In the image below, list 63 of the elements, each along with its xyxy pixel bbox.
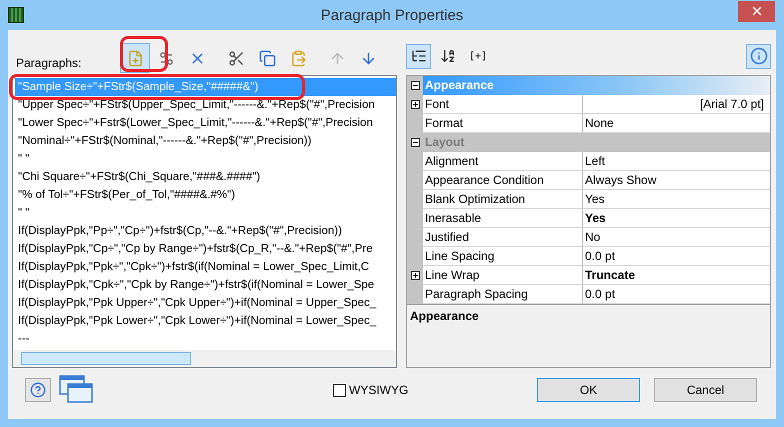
paste-icon [290, 50, 306, 66]
paragraph-item[interactable]: "Lower Spec÷"+Fstr$(Lower_Spec_Limit,"------&."+Rep$("#",Precision [15, 114, 396, 132]
categorized-view-button[interactable] [406, 44, 431, 68]
property-name[interactable]: Alignment [423, 152, 583, 171]
help-icon [30, 382, 46, 398]
paragraph-item[interactable]: If(DisplayPpk,"Cpk÷","Cpk by Range÷")+fstr$(if(Nominal = Lower_Spe [15, 276, 396, 294]
wysiwyg-checkbox[interactable]: WYSIWYG [333, 383, 408, 397]
paragraph-item[interactable]: " " [15, 204, 396, 222]
property-name[interactable]: Blank Optimization [423, 190, 583, 209]
paragraph-item[interactable]: "Upper Spec÷"+FStr$(Upper_Spec_Limit,"------&."+Rep$("#",Precision [15, 96, 396, 114]
paragraph-item[interactable]: If(DisplayPpk,"Ppk Lower÷","Cpk Lower÷")+if(Nominal = Lower_Spec_ [15, 312, 396, 330]
property-name[interactable]: Font [423, 95, 583, 114]
cancel-button[interactable]: Cancel [654, 378, 757, 402]
window-title: Paragraph Properties [320, 6, 464, 24]
property-value[interactable]: 0.0 pt [583, 285, 770, 304]
property-value[interactable]: Left [583, 152, 770, 171]
new-paragraph-icon [126, 50, 144, 66]
property-value[interactable]: Truncate [583, 266, 770, 285]
collapse-icon[interactable] [410, 81, 420, 90]
property-value[interactable]: None [583, 114, 770, 133]
copy-icon [258, 50, 276, 66]
categorized-view-icon [410, 48, 426, 64]
info-button[interactable] [746, 44, 771, 68]
property-name[interactable]: Format [423, 114, 583, 133]
paragraph-item[interactable]: "Chi Square÷"+FStr$(Chi_Square,"###&.####") [15, 168, 396, 186]
paragraph-item[interactable]: --- [15, 330, 396, 348]
property-value[interactable]: 0.0 pt [583, 247, 770, 266]
property-name[interactable]: Paragraph Spacing [423, 285, 583, 304]
paragraphs-label: Paragraphs: [15, 56, 82, 72]
sort-az-icon [440, 48, 456, 64]
property-name[interactable]: Inerasable [423, 209, 583, 228]
paragraph-item[interactable]: "Nominal÷"+FStr$(Nominal,"------&."+Rep$("#",Precision)) [15, 132, 396, 150]
property-name[interactable]: Line Wrap [423, 266, 583, 285]
property-value[interactable]: Yes [583, 209, 770, 228]
cut-icon [228, 50, 244, 66]
scrollbar-thumb[interactable] [21, 352, 191, 365]
close-button[interactable] [738, 0, 775, 22]
expand-icon[interactable] [410, 271, 420, 280]
horizontal-scrollbar[interactable] [13, 350, 396, 367]
paragraph-item[interactable]: If(DisplayPpk,"Pp÷","Cp÷")+fstr$(Cp,"--&."+Rep$("#",Precision)) [15, 222, 396, 240]
property-value[interactable]: Yes [583, 190, 770, 209]
paragraph-item[interactable]: If(DisplayPpk,"Ppk÷","Cpk÷")+fstr$(if(Nominal = Lower_Spec_Limit,C [15, 258, 396, 276]
app-icon [8, 7, 24, 23]
paragraph-item[interactable]: " " [15, 150, 396, 168]
ok-button[interactable]: OK [537, 378, 640, 402]
property-value[interactable]: [Arial 7.0 pt] [583, 95, 770, 114]
collapse-icon[interactable] [410, 138, 420, 147]
paragraph-item[interactable]: If(DisplayPpk,"Cp÷","Cp by Range÷")+fstr$(Cp_R,"--&."+Rep$("#",Pre [15, 240, 396, 258]
help-button[interactable] [25, 378, 51, 402]
paragraph-item[interactable]: "% of Tol÷"+FStr$(Per_of_Tol,"####&.#%") [15, 186, 396, 204]
paragraph-item[interactable]: If(DisplayPpk,"Ppk Upper÷","Cpk Upper÷")+if(Nominal = Upper_Spec_ [15, 294, 396, 312]
property-name[interactable]: Appearance Condition [423, 171, 583, 190]
property-value[interactable]: No [583, 228, 770, 247]
info-icon [750, 47, 768, 65]
property-name[interactable]: Line Spacing [423, 247, 583, 266]
annotation-outline [120, 36, 168, 72]
windows-icon[interactable] [59, 375, 93, 405]
expand-icon[interactable] [410, 100, 420, 109]
property-value[interactable]: Always Show [583, 171, 770, 190]
settings-icon [158, 50, 174, 66]
description-title: Appearance [410, 309, 479, 323]
property-name[interactable]: Justified [423, 228, 583, 247]
expand-all-button[interactable]: [+] [464, 44, 492, 68]
